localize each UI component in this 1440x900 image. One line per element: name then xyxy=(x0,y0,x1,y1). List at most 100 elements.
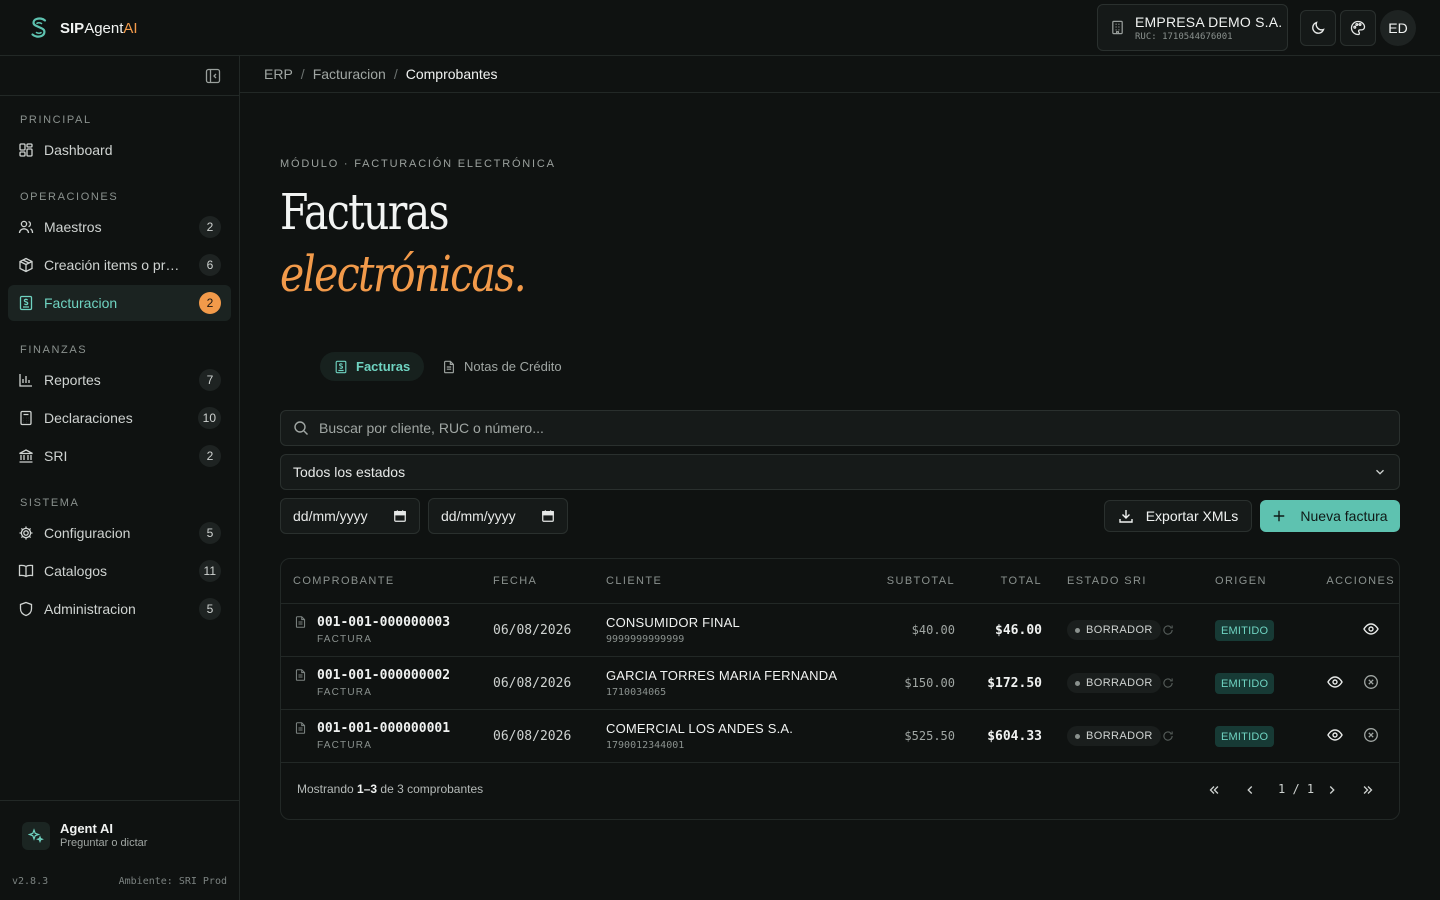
document-icon xyxy=(294,721,307,735)
collapse-sidebar-icon[interactable] xyxy=(205,68,221,84)
box-icon xyxy=(18,257,34,273)
count-badge: 7 xyxy=(199,369,221,391)
invoice-date: 06/08/2026 xyxy=(493,729,572,744)
calendar-icon[interactable] xyxy=(393,509,407,523)
breadcrumb: ERP / Facturacion / Comprobantes xyxy=(240,56,1440,93)
first-page-icon[interactable] xyxy=(1207,783,1221,797)
sidebar-item-configuracion[interactable]: Configuracion 5 xyxy=(8,515,231,551)
calendar-icon[interactable] xyxy=(541,509,555,523)
count-badge: 2 xyxy=(199,445,221,467)
search-box[interactable] xyxy=(280,410,1400,446)
status-badge: BORRADOR xyxy=(1067,673,1161,693)
company-selector[interactable]: EMPRESA DEMO S.A. RUC: 1710544676001 xyxy=(1097,4,1288,51)
table-row[interactable]: 001-001-000000003 FACTURA 06/08/2026 CON… xyxy=(281,603,1399,656)
column-header: ESTADO SRI xyxy=(1067,575,1147,587)
company-name: EMPRESA DEMO S.A. xyxy=(1135,13,1283,30)
cancel-x-circle-icon[interactable] xyxy=(1363,727,1379,743)
search-icon xyxy=(293,420,309,436)
date-to-input[interactable]: dd/mm/yyyy xyxy=(428,498,568,534)
version-label: v2.8.3 xyxy=(12,876,49,887)
status-label: BORRADOR xyxy=(1086,624,1153,636)
sidebar-item-label: Catalogos xyxy=(44,563,108,579)
refresh-icon[interactable] xyxy=(1162,730,1174,742)
invoice-number[interactable]: 001-001-000000002 xyxy=(317,668,450,683)
count-badge: 5 xyxy=(199,598,221,620)
refresh-icon[interactable] xyxy=(1162,624,1174,636)
date-from-placeholder: dd/mm/yyyy xyxy=(293,508,368,524)
module-eyebrow: MÓDULO · FACTURACIÓN ELECTRÓNICA xyxy=(280,158,556,170)
client-ruc: 1710034065 xyxy=(606,687,667,698)
calculator-icon xyxy=(18,410,34,426)
view-eye-icon[interactable] xyxy=(1327,727,1343,743)
cancel-x-circle-icon[interactable] xyxy=(1363,674,1379,690)
document-icon xyxy=(294,615,307,629)
invoice-subtotal: $150.00 xyxy=(904,676,955,690)
breadcrumb-separator: / xyxy=(393,66,398,82)
invoice-number[interactable]: 001-001-000000001 xyxy=(317,721,450,736)
section-title-principal: PRINCIPAL xyxy=(20,114,92,126)
status-label: BORRADOR xyxy=(1086,677,1153,689)
date-to-placeholder: dd/mm/yyyy xyxy=(441,508,516,524)
status-dot xyxy=(1075,733,1080,739)
date-from-input[interactable]: dd/mm/yyyy xyxy=(280,498,420,534)
brand-logo[interactable]: SIPAgentAI xyxy=(28,16,138,40)
tab-notas-credito[interactable]: Notas de Crédito xyxy=(428,352,576,381)
sidebar: PRINCIPAL Dashboard OPERACIONES Maestros… xyxy=(0,56,240,900)
breadcrumb-erp[interactable]: ERP xyxy=(264,66,293,82)
invoice-type: FACTURA xyxy=(317,687,373,698)
agent-ai-panel[interactable]: Agent AI Preguntar o dictar v2.8.3 Ambie… xyxy=(0,800,239,900)
client-ruc: 9999999999999 xyxy=(606,634,685,645)
building-icon xyxy=(1110,20,1125,35)
column-header: CLIENTE xyxy=(606,575,663,587)
sidebar-item-catalogos[interactable]: Catalogos 11 xyxy=(8,553,231,589)
previous-page-icon[interactable] xyxy=(1243,783,1257,797)
agent-subtitle: Preguntar o dictar xyxy=(60,837,148,849)
invoice-type: FACTURA xyxy=(317,634,373,645)
view-eye-icon[interactable] xyxy=(1327,674,1343,690)
sidebar-item-label: Configuracion xyxy=(44,525,131,541)
breadcrumb-facturacion[interactable]: Facturacion xyxy=(313,66,386,82)
sidebar-item-administracion[interactable]: Administracion 5 xyxy=(8,591,231,627)
invoice-number[interactable]: 001-001-000000003 xyxy=(317,615,450,630)
sidebar-item-declaraciones[interactable]: Declaraciones 10 xyxy=(8,400,231,436)
dashboard-icon xyxy=(18,142,34,158)
sidebar-item-reportes[interactable]: Reportes 7 xyxy=(8,362,231,398)
sidebar-item-creacion-items[interactable]: Creación items o pro... 6 xyxy=(8,247,231,283)
last-page-icon[interactable] xyxy=(1361,783,1375,797)
user-avatar[interactable]: ED xyxy=(1380,10,1416,46)
sidebar-item-maestros[interactable]: Maestros 2 xyxy=(8,209,231,245)
search-input[interactable] xyxy=(319,420,1319,436)
invoice-subtotal: $525.50 xyxy=(904,729,955,743)
sidebar-item-facturacion[interactable]: Facturacion 2 xyxy=(8,285,231,321)
palette-button[interactable] xyxy=(1340,10,1376,46)
new-invoice-button[interactable]: Nueva factura xyxy=(1260,500,1400,532)
next-page-icon[interactable] xyxy=(1325,783,1339,797)
breadcrumb-current: Comprobantes xyxy=(405,66,498,82)
invoice-icon xyxy=(18,295,34,311)
sidebar-item-label: Reportes xyxy=(44,372,101,388)
invoice-date: 06/08/2026 xyxy=(493,676,572,691)
status-dot xyxy=(1075,627,1080,633)
refresh-icon[interactable] xyxy=(1162,677,1174,689)
users-icon xyxy=(18,219,34,235)
column-header: ACCIONES xyxy=(1326,575,1395,587)
invoice-total: $46.00 xyxy=(995,623,1042,638)
company-ruc: RUC: 1710544676001 xyxy=(1135,31,1233,42)
table-row[interactable]: 001-001-000000001 FACTURA 06/08/2026 COM… xyxy=(281,709,1399,762)
export-xmls-button[interactable]: Exportar XMLs xyxy=(1104,500,1252,532)
theme-toggle-button[interactable] xyxy=(1300,10,1336,46)
status-badge: BORRADOR xyxy=(1067,726,1161,746)
status-select[interactable]: Todos los estados xyxy=(280,454,1400,490)
origin-badge: EMITIDO xyxy=(1215,620,1275,641)
sidebar-item-label: Facturacion xyxy=(44,295,118,311)
summary-suffix: de 3 comprobantes xyxy=(380,782,484,796)
sidebar-item-dashboard[interactable]: Dashboard xyxy=(8,132,231,168)
view-eye-icon[interactable] xyxy=(1363,621,1379,637)
bar-chart-icon xyxy=(18,372,34,388)
agent-title: Agent AI xyxy=(60,821,113,836)
invoice-total: $604.33 xyxy=(987,729,1042,744)
sidebar-item-sri[interactable]: SRI 2 xyxy=(8,438,231,474)
table-row[interactable]: 001-001-000000002 FACTURA 06/08/2026 GAR… xyxy=(281,656,1399,709)
tab-facturas[interactable]: Facturas xyxy=(320,352,425,381)
client-name: CONSUMIDOR FINAL xyxy=(606,615,740,630)
